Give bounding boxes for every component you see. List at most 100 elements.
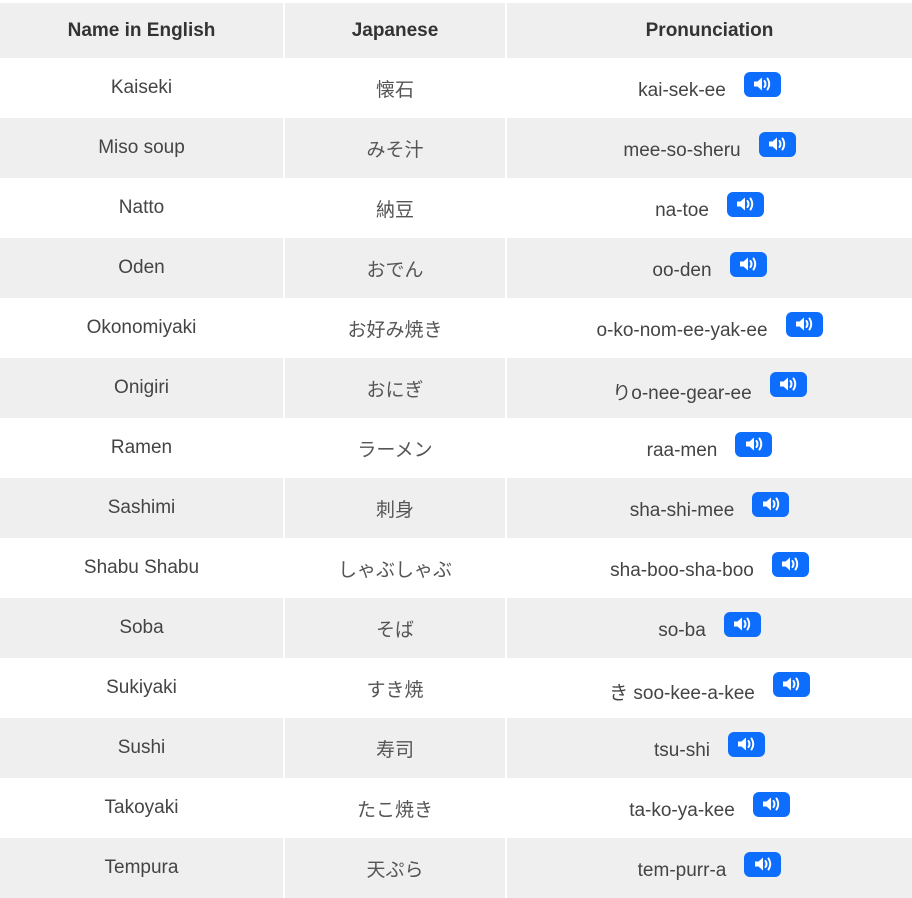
english-name-cell: Takoyaki	[104, 797, 179, 818]
play-audio-button[interactable]	[727, 731, 765, 757]
japanese-name-cell: おでん	[283, 238, 506, 298]
pronunciation-cell: ta-ko-ya-kee	[505, 778, 912, 838]
english-name-cell: Sashimi	[107, 497, 176, 518]
pronunciation-text: sha-shi-mee	[629, 500, 735, 521]
pronunciation-cell: mee-so-sheru	[505, 118, 912, 178]
speaker-volume-icon	[740, 257, 757, 271]
header-english: Name in English	[67, 19, 216, 41]
header-japanese: Japanese	[283, 3, 506, 58]
english-name-cell: Sukiyaki	[106, 677, 177, 698]
speaker-volume-icon	[734, 617, 751, 631]
speaker-volume-icon	[783, 677, 800, 691]
header-pronunciation: Pronunciation	[505, 3, 912, 58]
table-row: Sukiyaki すき焼 き soo-kee-a-kee	[0, 658, 912, 718]
pronunciation-text: so-ba	[658, 620, 706, 641]
pronunciation-cell: na-toe	[505, 178, 912, 238]
play-audio-button[interactable]	[771, 551, 809, 577]
play-audio-button[interactable]	[758, 131, 796, 157]
speaker-volume-icon	[762, 497, 780, 511]
table-row: Soba そば so-ba	[0, 598, 912, 658]
english-name-cell: Tempura	[104, 857, 179, 878]
pronunciation-text: tem-purr-a	[637, 860, 727, 881]
speaker-volume-icon	[780, 377, 797, 391]
english-name-cell: Okonomiyaki	[86, 317, 197, 338]
play-audio-button[interactable]	[752, 791, 790, 817]
japanese-name-cell: 納豆	[283, 178, 506, 238]
japanese-name-cell: 懐石	[283, 58, 506, 118]
japanese-name-cell: 天ぷら	[283, 838, 506, 898]
pronunciation-cell: りo-nee-gear-ee	[505, 358, 912, 418]
play-audio-button[interactable]	[729, 251, 767, 277]
table-row: Tempura 天ぷら tem-purr-a	[0, 838, 912, 898]
pronunciation-text: oo-den	[652, 260, 712, 281]
english-name-cell: Shabu Shabu	[83, 557, 200, 578]
pronunciation-text: mee-so-sheru	[623, 140, 741, 161]
play-audio-button[interactable]	[743, 71, 781, 97]
play-audio-button[interactable]	[735, 431, 773, 457]
pronunciation-text: りo-nee-gear-ee	[612, 382, 752, 404]
pronunciation-cell: tsu-shi	[505, 718, 912, 778]
english-name-cell: Natto	[118, 197, 165, 218]
page: Name in English Japanese Pronunciation K…	[0, 0, 912, 898]
pronunciation-text: sha-boo-sha-boo	[610, 560, 754, 581]
english-name-cell: Oden	[118, 257, 165, 278]
english-name-cell: Soba	[119, 617, 164, 638]
pronunciation-cell: so-ba	[505, 598, 912, 658]
play-audio-button[interactable]	[744, 851, 782, 877]
table-row: Onigiri おにぎ りo-nee-gear-ee	[0, 358, 912, 418]
pronunciation-text: ta-ko-ya-kee	[629, 800, 735, 821]
speaker-volume-icon	[754, 77, 771, 91]
pronunciation-text: raa-men	[646, 440, 718, 461]
english-name-cell: Onigiri	[114, 377, 169, 398]
pronunciation-cell: sha-boo-sha-boo	[505, 538, 912, 598]
play-audio-button[interactable]	[772, 671, 810, 697]
english-name-cell: Sushi	[117, 737, 166, 758]
pronunciation-cell: o-ko-nom-ee-yak-ee	[505, 298, 912, 358]
play-audio-button[interactable]	[769, 371, 807, 397]
japanese-food-table: Name in English Japanese Pronunciation K…	[0, 3, 912, 898]
pronunciation-text: き soo-kee-a-kee	[609, 682, 755, 704]
play-audio-button[interactable]	[785, 311, 823, 337]
japanese-name-cell: 寿司	[283, 718, 506, 778]
japanese-name-cell: 刺身	[283, 478, 506, 538]
english-name-cell: Miso soup	[98, 137, 185, 158]
pronunciation-text: o-ko-nom-ee-yak-ee	[596, 320, 768, 341]
table-row: Oden おでん oo-den	[0, 238, 912, 298]
table-header-row: Name in English Japanese Pronunciation	[0, 3, 912, 58]
play-audio-button[interactable]	[726, 191, 764, 217]
japanese-name-cell: すき焼	[283, 658, 506, 718]
speaker-volume-icon	[738, 737, 755, 751]
play-audio-button[interactable]	[752, 491, 790, 517]
pronunciation-cell: oo-den	[505, 238, 912, 298]
table-row: Shabu Shabu しゃぶしゃぶ sha-boo-sha-boo	[0, 538, 912, 598]
japanese-name-cell: お好み焼き	[283, 298, 506, 358]
japanese-name-cell: ラーメン	[283, 418, 506, 478]
speaker-volume-icon	[769, 137, 786, 151]
table-row: Sushi 寿司 tsu-shi	[0, 718, 912, 778]
speaker-volume-icon	[745, 437, 763, 451]
speaker-volume-icon	[796, 317, 813, 331]
pronunciation-text: kai-sek-ee	[638, 80, 726, 101]
table-body: Kaiseki 懐石 kai-sek-ee Miso soup みそ汁 mee-…	[0, 58, 912, 898]
japanese-name-cell: たこ焼き	[283, 778, 506, 838]
pronunciation-cell: き soo-kee-a-kee	[505, 658, 912, 718]
pronunciation-cell: raa-men	[505, 418, 912, 478]
table-row: Kaiseki 懐石 kai-sek-ee	[0, 58, 912, 118]
table-row: Miso soup みそ汁 mee-so-sheru	[0, 118, 912, 178]
table-row: Ramen ラーメン raa-men	[0, 418, 912, 478]
japanese-name-cell: おにぎ	[283, 358, 506, 418]
speaker-volume-icon	[782, 557, 799, 571]
english-name-cell: Ramen	[110, 437, 173, 458]
play-audio-button[interactable]	[723, 611, 761, 637]
pronunciation-text: tsu-shi	[654, 740, 710, 761]
japanese-name-cell: みそ汁	[283, 118, 506, 178]
table-row: Takoyaki たこ焼き ta-ko-ya-kee	[0, 778, 912, 838]
speaker-volume-icon	[737, 197, 754, 211]
table-row: Natto 納豆 na-toe	[0, 178, 912, 238]
pronunciation-cell: tem-purr-a	[505, 838, 912, 898]
table-row: Okonomiyaki お好み焼き o-ko-nom-ee-yak-ee	[0, 298, 912, 358]
table-row: Sashimi 刺身 sha-shi-mee	[0, 478, 912, 538]
japanese-name-cell: しゃぶしゃぶ	[283, 538, 506, 598]
speaker-volume-icon	[763, 797, 780, 811]
speaker-volume-icon	[754, 857, 772, 871]
